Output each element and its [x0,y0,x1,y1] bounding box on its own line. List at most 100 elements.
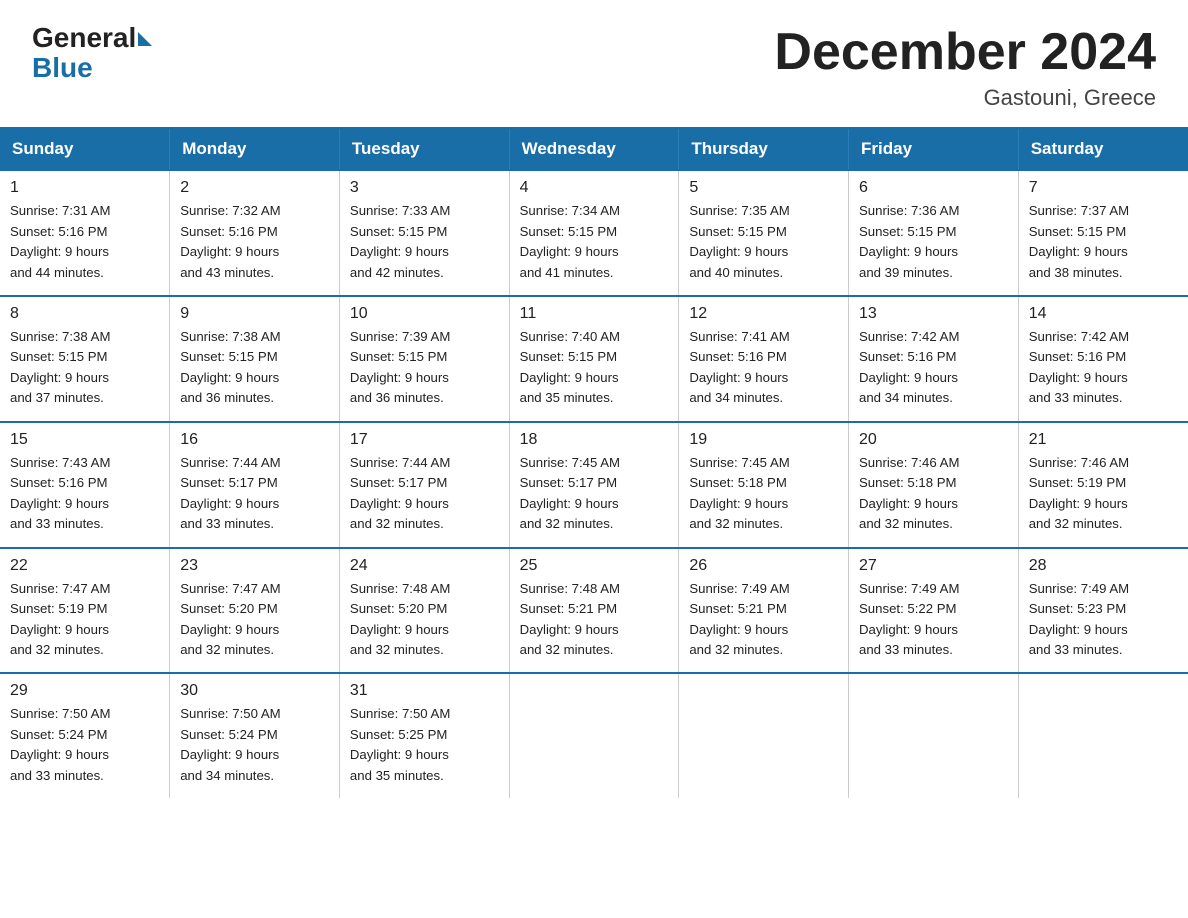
day-number: 11 [520,305,669,323]
col-sunday: Sunday [0,128,170,170]
day-number: 9 [180,305,329,323]
col-saturday: Saturday [1018,128,1188,170]
day-number: 26 [689,557,838,575]
day-number: 19 [689,431,838,449]
calendar-day-cell: 19 Sunrise: 7:45 AMSunset: 5:18 PMDayligh… [679,422,849,548]
month-title: December 2024 [774,24,1156,81]
day-info: Sunrise: 7:41 AMSunset: 5:16 PMDaylight:… [689,327,838,409]
calendar-day-cell: 30Sunrise: 7:50 AMSunset: 5:24 PMDayligh… [170,673,340,798]
day-number: 17 [350,431,499,449]
day-info: Sunrise: 7:39 AMSunset: 5:15 PMDaylight:… [350,327,499,409]
calendar-day-cell: 24 Sunrise: 7:48 AMSunset: 5:20 PMDayligh… [339,548,509,674]
calendar-day-cell: 4Sunrise: 7:34 AMSunset: 5:15 PMDaylight… [509,170,679,296]
col-wednesday: Wednesday [509,128,679,170]
day-info: Sunrise: 7:32 AMSunset: 5:16 PMDaylight:… [180,201,329,283]
logo-arrow-icon [138,32,152,46]
day-number: 12 [689,305,838,323]
day-info: Sunrise: 7:40 AMSunset: 5:15 PMDaylight:… [520,327,669,409]
calendar-day-cell: 21 Sunrise: 7:46 AMSunset: 5:19 PMDayligh… [1018,422,1188,548]
day-info: Sunrise: 7:47 AMSunset: 5:20 PMDaylight:… [180,579,329,661]
logo: General Blue [32,24,152,84]
day-info: Sunrise: 7:49 AMSunset: 5:21 PMDaylight:… [689,579,838,661]
calendar-day-cell: 16 Sunrise: 7:44 AMSunset: 5:17 PMDayligh… [170,422,340,548]
calendar-week-row: 22 Sunrise: 7:47 AMSunset: 5:19 PMDayligh… [0,548,1188,674]
calendar-day-cell: 10 Sunrise: 7:39 AMSunset: 5:15 PMDayligh… [339,296,509,422]
day-number: 4 [520,179,669,197]
calendar-day-cell [509,673,679,798]
day-info: Sunrise: 7:46 AMSunset: 5:19 PMDaylight:… [1029,453,1178,535]
day-info: Sunrise: 7:31 AMSunset: 5:16 PMDaylight:… [10,201,159,283]
day-info: Sunrise: 7:35 AMSunset: 5:15 PMDaylight:… [689,201,838,283]
day-number: 2 [180,179,329,197]
day-number: 7 [1029,179,1178,197]
day-info: Sunrise: 7:45 AMSunset: 5:18 PMDaylight:… [689,453,838,535]
day-info: Sunrise: 7:44 AMSunset: 5:17 PMDaylight:… [180,453,329,535]
day-number: 10 [350,305,499,323]
day-number: 18 [520,431,669,449]
day-info: Sunrise: 7:37 AMSunset: 5:15 PMDaylight:… [1029,201,1178,283]
day-number: 6 [859,179,1008,197]
calendar-header: Sunday Monday Tuesday Wednesday Thursday… [0,128,1188,170]
day-info: Sunrise: 7:49 AMSunset: 5:23 PMDaylight:… [1029,579,1178,661]
day-number: 5 [689,179,838,197]
day-info: Sunrise: 7:49 AMSunset: 5:22 PMDaylight:… [859,579,1008,661]
title-area: December 2024 Gastouni, Greece [774,24,1156,111]
col-tuesday: Tuesday [339,128,509,170]
day-info: Sunrise: 7:38 AMSunset: 5:15 PMDaylight:… [180,327,329,409]
day-number: 27 [859,557,1008,575]
day-info: Sunrise: 7:42 AMSunset: 5:16 PMDaylight:… [859,327,1008,409]
day-number: 22 [10,557,159,575]
logo-blue-text: Blue [32,52,93,84]
col-friday: Friday [849,128,1019,170]
day-number: 23 [180,557,329,575]
calendar-week-row: 8Sunrise: 7:38 AMSunset: 5:15 PMDaylight… [0,296,1188,422]
calendar-day-cell: 26 Sunrise: 7:49 AMSunset: 5:21 PMDayligh… [679,548,849,674]
day-number: 31 [350,682,499,700]
page-header: General Blue December 2024 Gastouni, Gre… [0,0,1188,127]
col-monday: Monday [170,128,340,170]
day-info: Sunrise: 7:44 AMSunset: 5:17 PMDaylight:… [350,453,499,535]
day-info: Sunrise: 7:43 AMSunset: 5:16 PMDaylight:… [10,453,159,535]
calendar-week-row: 1Sunrise: 7:31 AMSunset: 5:16 PMDaylight… [0,170,1188,296]
day-info: Sunrise: 7:42 AMSunset: 5:16 PMDaylight:… [1029,327,1178,409]
day-number: 24 [350,557,499,575]
calendar-table: Sunday Monday Tuesday Wednesday Thursday… [0,127,1188,798]
day-info: Sunrise: 7:50 AMSunset: 5:24 PMDaylight:… [10,704,159,786]
day-number: 21 [1029,431,1178,449]
day-info: Sunrise: 7:38 AMSunset: 5:15 PMDaylight:… [10,327,159,409]
location: Gastouni, Greece [774,85,1156,111]
day-info: Sunrise: 7:47 AMSunset: 5:19 PMDaylight:… [10,579,159,661]
day-number: 20 [859,431,1008,449]
calendar-day-cell: 28Sunrise: 7:49 AMSunset: 5:23 PMDayligh… [1018,548,1188,674]
day-number: 16 [180,431,329,449]
calendar-day-cell: 20 Sunrise: 7:46 AMSunset: 5:18 PMDayligh… [849,422,1019,548]
calendar-day-cell: 9 Sunrise: 7:38 AMSunset: 5:15 PMDaylight… [170,296,340,422]
calendar-day-cell: 13 Sunrise: 7:42 AMSunset: 5:16 PMDayligh… [849,296,1019,422]
day-info: Sunrise: 7:48 AMSunset: 5:20 PMDaylight:… [350,579,499,661]
day-number: 13 [859,305,1008,323]
calendar-day-cell: 29 Sunrise: 7:50 AMSunset: 5:24 PMDayligh… [0,673,170,798]
calendar-day-cell [849,673,1019,798]
calendar-day-cell: 14Sunrise: 7:42 AMSunset: 5:16 PMDayligh… [1018,296,1188,422]
calendar-day-cell: 18 Sunrise: 7:45 AMSunset: 5:17 PMDayligh… [509,422,679,548]
day-number: 15 [10,431,159,449]
calendar-day-cell: 31Sunrise: 7:50 AMSunset: 5:25 PMDayligh… [339,673,509,798]
day-info: Sunrise: 7:45 AMSunset: 5:17 PMDaylight:… [520,453,669,535]
calendar-day-cell: 27 Sunrise: 7:49 AMSunset: 5:22 PMDayligh… [849,548,1019,674]
calendar-day-cell: 5 Sunrise: 7:35 AMSunset: 5:15 PMDaylight… [679,170,849,296]
day-info: Sunrise: 7:46 AMSunset: 5:18 PMDaylight:… [859,453,1008,535]
day-number: 29 [10,682,159,700]
logo-general-text: General [32,24,136,52]
calendar-week-row: 29 Sunrise: 7:50 AMSunset: 5:24 PMDayligh… [0,673,1188,798]
calendar-day-cell [1018,673,1188,798]
calendar-day-cell: 23 Sunrise: 7:47 AMSunset: 5:20 PMDayligh… [170,548,340,674]
day-info: Sunrise: 7:48 AMSunset: 5:21 PMDaylight:… [520,579,669,661]
header-row: Sunday Monday Tuesday Wednesday Thursday… [0,128,1188,170]
calendar-day-cell: 1Sunrise: 7:31 AMSunset: 5:16 PMDaylight… [0,170,170,296]
day-info: Sunrise: 7:36 AMSunset: 5:15 PMDaylight:… [859,201,1008,283]
calendar-day-cell: 17 Sunrise: 7:44 AMSunset: 5:17 PMDayligh… [339,422,509,548]
calendar-body: 1Sunrise: 7:31 AMSunset: 5:16 PMDaylight… [0,170,1188,798]
calendar-day-cell: 25Sunrise: 7:48 AMSunset: 5:21 PMDayligh… [509,548,679,674]
calendar-day-cell: 12 Sunrise: 7:41 AMSunset: 5:16 PMDayligh… [679,296,849,422]
calendar-day-cell: 3Sunrise: 7:33 AMSunset: 5:15 PMDaylight… [339,170,509,296]
